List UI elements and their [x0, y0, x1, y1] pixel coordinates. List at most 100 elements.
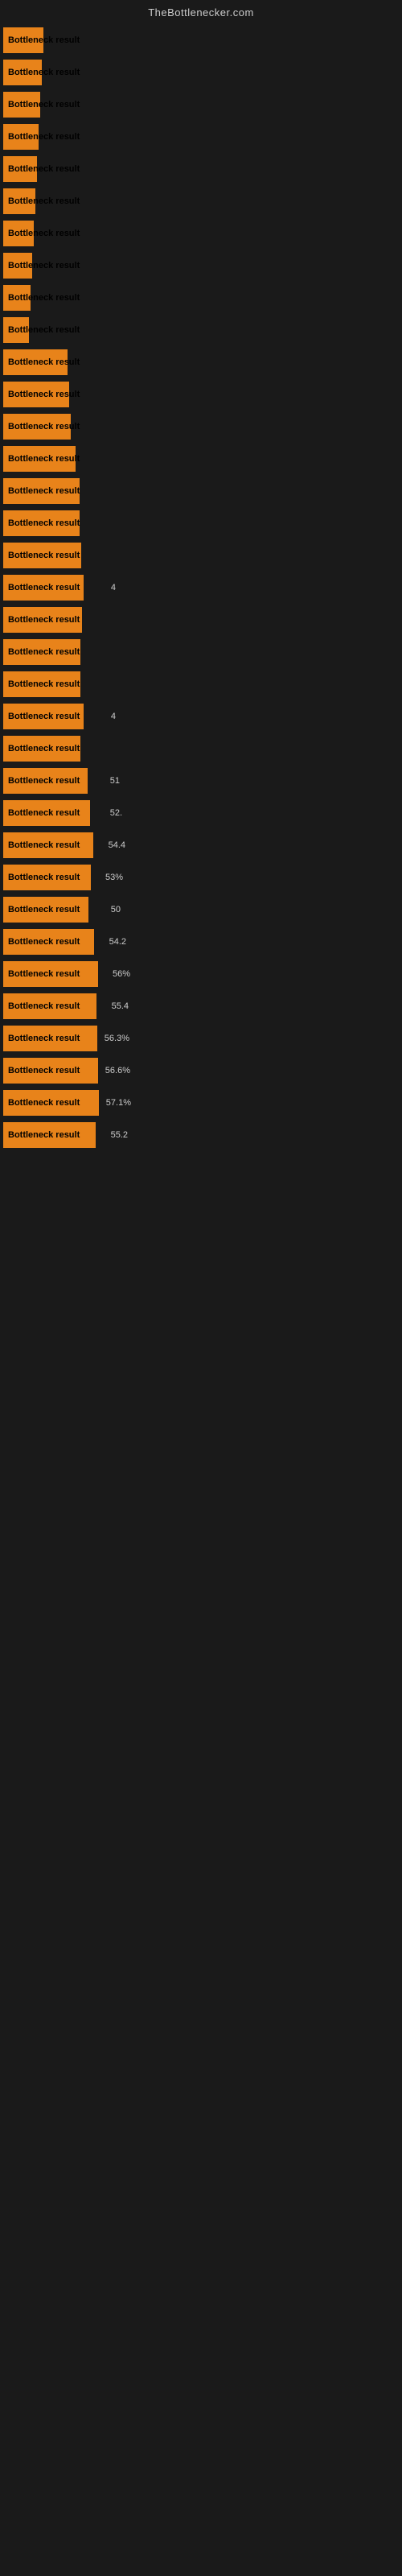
bar-value: 56.3% [105, 1034, 129, 1043]
bar-label: Bottleneck result [6, 164, 80, 174]
bar-value: 51 [110, 776, 120, 786]
bar-label: Bottleneck result [6, 1001, 80, 1011]
bar-label: Bottleneck result [6, 35, 80, 45]
bar-value: 4 [111, 583, 116, 592]
bar-row: Bottleneck result [3, 508, 354, 539]
bar: Bottleneck result [3, 671, 80, 697]
bar-label: Bottleneck result [6, 325, 80, 335]
bar-value: 50 [111, 905, 121, 914]
bar-row: Bottleneck result [3, 57, 354, 88]
bar: Bottleneck result [3, 446, 76, 472]
bar-row: Bottleneck result [3, 218, 354, 249]
bar-label: Bottleneck result [6, 808, 80, 818]
bar: Bottleneck result56.3% [3, 1026, 97, 1051]
bar: Bottleneck result [3, 60, 42, 85]
bar: Bottleneck result52. [3, 800, 90, 826]
bar-row: Bottleneck result [3, 540, 354, 571]
bar-label: Bottleneck result [6, 196, 80, 206]
bar: Bottleneck result4 [3, 575, 84, 601]
bar-row: Bottleneck result [3, 315, 354, 345]
bar-row: Bottleneck result [3, 669, 354, 700]
bar-label: Bottleneck result [6, 390, 80, 399]
bar-label: Bottleneck result [6, 583, 80, 592]
bar-value: 55.4 [112, 1001, 129, 1011]
bar-row: Bottleneck result4 [3, 701, 354, 732]
bar-label: Bottleneck result [6, 132, 80, 142]
bar-row: Bottleneck result56.3% [3, 1023, 354, 1054]
bar-label: Bottleneck result [6, 551, 80, 560]
bar: Bottleneck result [3, 221, 34, 246]
bar-row: Bottleneck result [3, 733, 354, 764]
bar-label: Bottleneck result [6, 357, 80, 367]
bar: Bottleneck result [3, 285, 31, 311]
bar-row: Bottleneck result [3, 379, 354, 410]
bar-label: Bottleneck result [6, 776, 80, 786]
bar-row: Bottleneck result 53% [3, 862, 354, 893]
bar-row: Bottleneck result 52. [3, 798, 354, 828]
bar: Bottleneck result [3, 317, 29, 343]
bar: Bottleneck result55.4 [3, 993, 96, 1019]
bar-row: Bottleneck result [3, 186, 354, 217]
bar: Bottleneck result [3, 188, 35, 214]
bar-row: Bottleneck result [3, 476, 354, 506]
bar-row: Bottleneck result [3, 122, 354, 152]
bar: Bottleneck result57.1% [3, 1090, 99, 1116]
bar: Bottleneck result [3, 156, 37, 182]
bar: Bottleneck result54.4 [3, 832, 93, 858]
bar: Bottleneck result [3, 607, 82, 633]
bar-label: Bottleneck result [6, 422, 80, 431]
bar-value: 53% [105, 873, 123, 882]
bar-label: Bottleneck result [6, 229, 80, 238]
bar: Bottleneck result [3, 478, 80, 504]
bar-row: Bottleneck result 57.1% [3, 1088, 354, 1118]
bar: Bottleneck result [3, 92, 40, 118]
bar-row: Bottleneck result [3, 250, 354, 281]
bar-label: Bottleneck result [6, 712, 80, 721]
bar: Bottleneck result [3, 382, 69, 407]
bar-label: Bottleneck result [6, 68, 80, 77]
bar-label: Bottleneck result [6, 261, 80, 270]
bar: Bottleneck result [3, 349, 68, 375]
bar-label: Bottleneck result [6, 937, 80, 947]
bar: Bottleneck result50 [3, 897, 88, 923]
bar-label: Bottleneck result [6, 873, 80, 882]
bar-label: Bottleneck result [6, 647, 80, 657]
bar-value: 56% [113, 969, 130, 979]
bar-row: Bottleneck result [3, 25, 354, 56]
bar: Bottleneck result [3, 253, 32, 279]
bar: Bottleneck result56% [3, 961, 98, 987]
bar-value: 54.4 [109, 840, 125, 850]
bar-row: Bottleneck result54.4 [3, 830, 354, 861]
bar-row: Bottleneck result [3, 605, 354, 635]
bar-label: Bottleneck result [6, 100, 80, 109]
bar-row: Bottleneck result56% [3, 959, 354, 989]
bar: Bottleneck result [3, 124, 39, 150]
bar: Bottleneck result [3, 543, 81, 568]
bar: Bottleneck result54.2 [3, 929, 94, 955]
bar-value: 54.2 [109, 937, 126, 947]
bar-label: Bottleneck result [6, 1098, 80, 1108]
bar-row: Bottleneck result 51 [3, 766, 354, 796]
bar: Bottleneck result51 [3, 768, 88, 794]
bar: Bottleneck result55.2 [3, 1122, 96, 1148]
bar-row: Bottleneck result56.6% [3, 1055, 354, 1086]
bar-row: Bottleneck result [3, 347, 354, 378]
bar-value: 52. [110, 808, 122, 818]
bar-label: Bottleneck result [6, 905, 80, 914]
bar: Bottleneck result4 [3, 704, 84, 729]
bar-value: 57.1% [106, 1098, 131, 1108]
bar-label: Bottleneck result [6, 518, 80, 528]
header: TheBottlenecker.com [0, 0, 402, 22]
bar-label: Bottleneck result [6, 486, 80, 496]
bar-row: Bottleneck result [3, 154, 354, 184]
bar: Bottleneck result [3, 414, 71, 440]
bar-row: Bottleneck result 4 [3, 572, 354, 603]
bar-label: Bottleneck result [6, 454, 80, 464]
bar-row: Bottleneck result 50 [3, 894, 354, 925]
bar-label: Bottleneck result [6, 679, 80, 689]
bar: Bottleneck result [3, 736, 80, 762]
bar: Bottleneck result53% [3, 865, 91, 890]
bar-row: Bottleneck result [3, 637, 354, 667]
bar: Bottleneck result [3, 510, 80, 536]
bar-row: Bottleneck result 54.2 [3, 927, 354, 957]
